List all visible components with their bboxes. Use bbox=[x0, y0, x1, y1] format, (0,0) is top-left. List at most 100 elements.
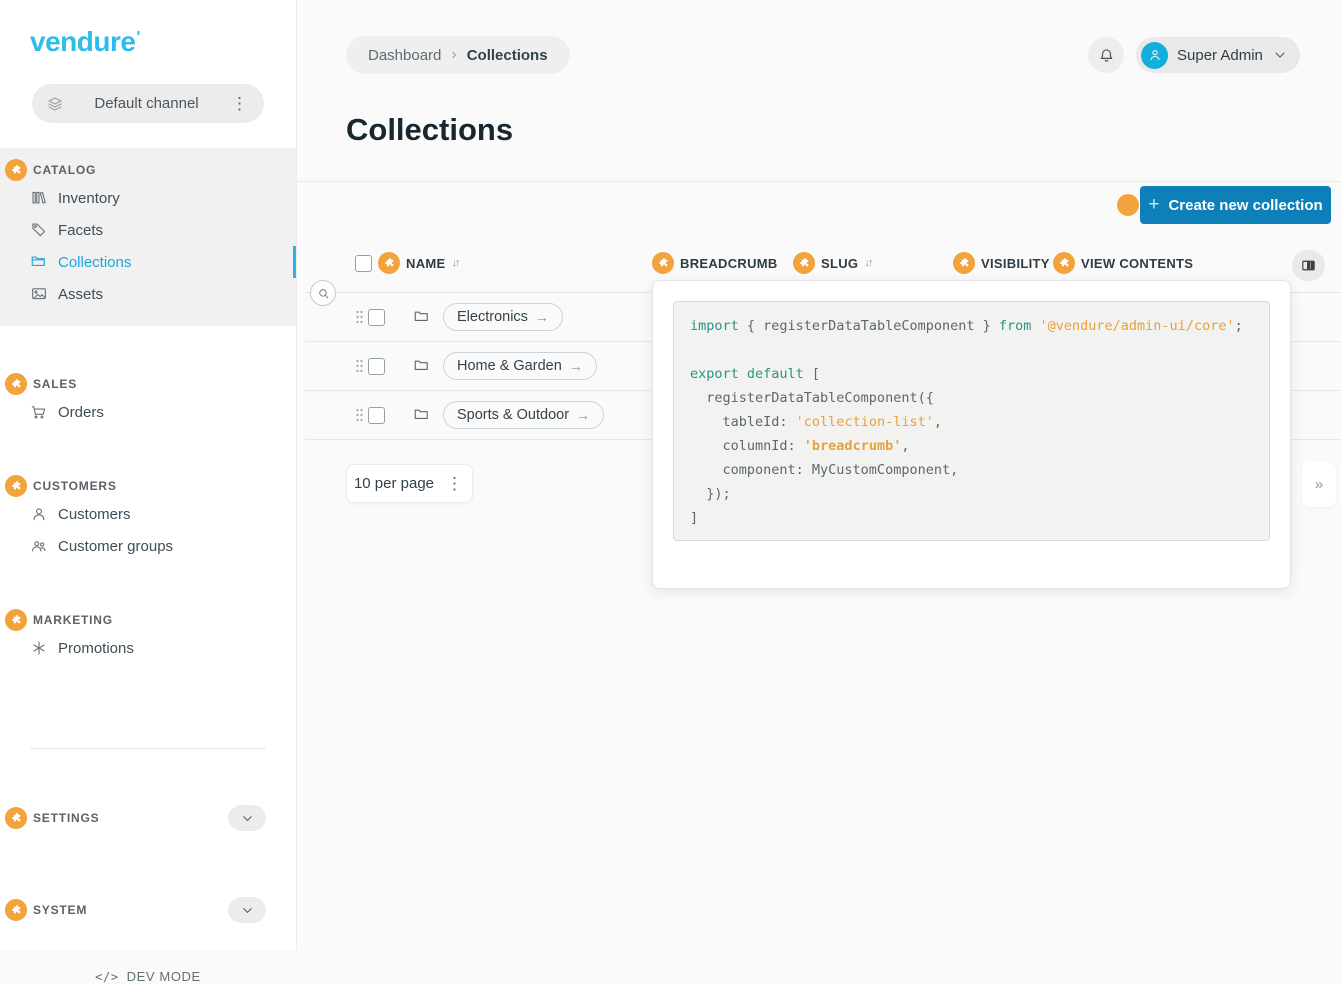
code-line bbox=[690, 338, 1253, 362]
per-page-label: 10 per page bbox=[354, 475, 434, 492]
sidebar-item-promotions[interactable]: Promotions bbox=[0, 632, 296, 664]
row-checkbox[interactable] bbox=[368, 407, 385, 424]
extension-badge-customers[interactable] bbox=[5, 475, 27, 497]
extension-badge-column-slug[interactable] bbox=[793, 252, 815, 274]
select-all-checkbox[interactable] bbox=[355, 255, 372, 272]
vendure-logo[interactable]: vendure bbox=[0, 0, 150, 58]
collections-icon bbox=[30, 253, 48, 271]
column-label[interactable]: NAME bbox=[406, 256, 445, 271]
facets-icon bbox=[30, 221, 48, 239]
column-header-name: NAME ↓↑ bbox=[355, 252, 458, 274]
code-popup: import { registerDataTableComponent } fr… bbox=[652, 280, 1291, 589]
sidebar-item-label: Assets bbox=[58, 286, 103, 303]
sidebar-item-label: Orders bbox=[58, 404, 104, 421]
folder-icon bbox=[413, 406, 431, 424]
extension-badge-sales[interactable] bbox=[5, 373, 27, 395]
collection-chip[interactable]: Sports & Outdoor→ bbox=[443, 401, 604, 429]
sidebar-item-customers[interactable]: Customers bbox=[0, 498, 296, 530]
sort-icon[interactable]: ↓↑ bbox=[451, 257, 458, 269]
dev-mode-toggle[interactable]: </> DEV MODE bbox=[0, 969, 296, 984]
drag-handle-icon[interactable] bbox=[355, 358, 364, 374]
sidebar: vendure Default channel ⋮ CATALOG Invento… bbox=[0, 0, 297, 950]
avatar bbox=[1141, 42, 1168, 69]
extension-badge-system[interactable] bbox=[5, 899, 27, 921]
create-new-collection-button[interactable]: + Create new collection bbox=[1140, 186, 1331, 224]
plus-icon: + bbox=[1148, 194, 1159, 216]
code-line: export default [ bbox=[690, 362, 1253, 386]
layers-icon bbox=[46, 95, 64, 113]
code-block: import { registerDataTableComponent } fr… bbox=[673, 301, 1270, 541]
create-button-label: Create new collection bbox=[1168, 197, 1322, 214]
sidebar-section-customers: CUSTOMERS bbox=[0, 474, 296, 498]
inventory-icon bbox=[30, 189, 48, 207]
nav-group-sales: SALES Orders bbox=[0, 372, 296, 428]
sidebar-item-label: Inventory bbox=[58, 190, 120, 207]
per-page-menu-icon: ⋮ bbox=[444, 475, 465, 492]
channel-menu-icon[interactable]: ⋮ bbox=[229, 95, 250, 112]
dev-mode-label: DEV MODE bbox=[127, 969, 201, 984]
section-label: CUSTOMERS bbox=[33, 479, 117, 493]
sidebar-item-collections[interactable]: Collections bbox=[0, 246, 296, 278]
nav-group-settings: SETTINGS bbox=[0, 795, 296, 841]
sidebar-section-system[interactable]: SYSTEM bbox=[0, 887, 296, 933]
code-line: import { registerDataTableComponent } fr… bbox=[690, 314, 1253, 338]
extension-badge-column-view-contents[interactable] bbox=[1053, 252, 1075, 274]
code-line: ] bbox=[690, 506, 1253, 530]
customer-groups-icon bbox=[30, 537, 48, 555]
next-page-button[interactable]: » bbox=[1302, 462, 1336, 507]
sidebar-item-label: Promotions bbox=[58, 640, 134, 657]
extension-badge-create-button[interactable] bbox=[1117, 194, 1139, 216]
sidebar-item-assets[interactable]: Assets bbox=[0, 278, 296, 310]
collection-chip[interactable]: Home & Garden→ bbox=[443, 352, 597, 380]
user-menu[interactable]: Super Admin bbox=[1136, 37, 1300, 73]
collection-name: Sports & Outdoor bbox=[457, 407, 569, 423]
sidebar-section-marketing: MARKETING bbox=[0, 608, 296, 632]
code-line: component: MyCustomComponent, bbox=[690, 458, 1253, 482]
page-title: Collections bbox=[346, 112, 513, 148]
drag-handle-icon[interactable] bbox=[355, 309, 364, 325]
drag-handle-icon[interactable] bbox=[355, 407, 364, 423]
extension-badge-column-breadcrumb[interactable] bbox=[652, 252, 674, 274]
code-line: registerDataTableComponent({ bbox=[690, 386, 1253, 410]
sidebar-item-label: Collections bbox=[58, 254, 131, 271]
section-label: SALES bbox=[33, 377, 77, 391]
channel-selector[interactable]: Default channel ⋮ bbox=[32, 84, 264, 123]
notifications-button[interactable] bbox=[1088, 37, 1124, 73]
sidebar-item-customer-groups[interactable]: Customer groups bbox=[0, 530, 296, 562]
sidebar-item-inventory[interactable]: Inventory bbox=[0, 182, 296, 214]
sidebar-nav: CATALOG Inventory Facets Collections Assets S… bbox=[0, 148, 296, 933]
sidebar-section-catalog: CATALOG bbox=[0, 158, 296, 182]
extension-badge-column-visibility[interactable] bbox=[953, 252, 975, 274]
code-line: columnId: 'breadcrumb', bbox=[690, 434, 1253, 458]
sidebar-section-settings[interactable]: SETTINGS bbox=[0, 795, 296, 841]
column-header-slug: SLUG ↓↑ bbox=[793, 252, 871, 274]
row-checkbox[interactable] bbox=[368, 309, 385, 326]
column-picker-button[interactable] bbox=[1292, 250, 1325, 281]
breadcrumb-dashboard[interactable]: Dashboard bbox=[368, 47, 441, 64]
assets-icon bbox=[30, 285, 48, 303]
main-content: Dashboard › Collections Super Admin Coll… bbox=[297, 0, 1341, 950]
collection-chip[interactable]: Electronics→ bbox=[443, 303, 563, 331]
extension-badge-column-name[interactable] bbox=[378, 252, 400, 274]
extension-badge-settings[interactable] bbox=[5, 807, 27, 829]
items-per-page-select[interactable]: 10 per page ⋮ bbox=[346, 464, 473, 503]
orders-icon bbox=[30, 403, 48, 421]
table-search-button[interactable] bbox=[310, 280, 336, 306]
divider bbox=[297, 181, 1341, 182]
nav-group-marketing: MARKETING Promotions bbox=[0, 608, 296, 664]
breadcrumb-collections[interactable]: Collections bbox=[467, 47, 548, 64]
expand-system-button[interactable] bbox=[228, 897, 266, 923]
sidebar-item-orders[interactable]: Orders bbox=[0, 396, 296, 428]
extension-badge-marketing[interactable] bbox=[5, 609, 27, 631]
table-header: NAME↓↑BREADCRUMBSLUG↓↑VISIBILITYVIEW CON… bbox=[297, 252, 1341, 282]
channel-label: Default channel bbox=[64, 95, 229, 112]
sort-icon[interactable]: ↓↑ bbox=[864, 257, 871, 269]
extension-badge-catalog[interactable] bbox=[5, 159, 27, 181]
row-checkbox[interactable] bbox=[368, 358, 385, 375]
section-label: SETTINGS bbox=[33, 811, 99, 825]
folder-icon bbox=[413, 357, 431, 375]
column-label: VIEW CONTENTS bbox=[1081, 256, 1193, 271]
column-label[interactable]: SLUG bbox=[821, 256, 858, 271]
sidebar-item-facets[interactable]: Facets bbox=[0, 214, 296, 246]
expand-settings-button[interactable] bbox=[228, 805, 266, 831]
